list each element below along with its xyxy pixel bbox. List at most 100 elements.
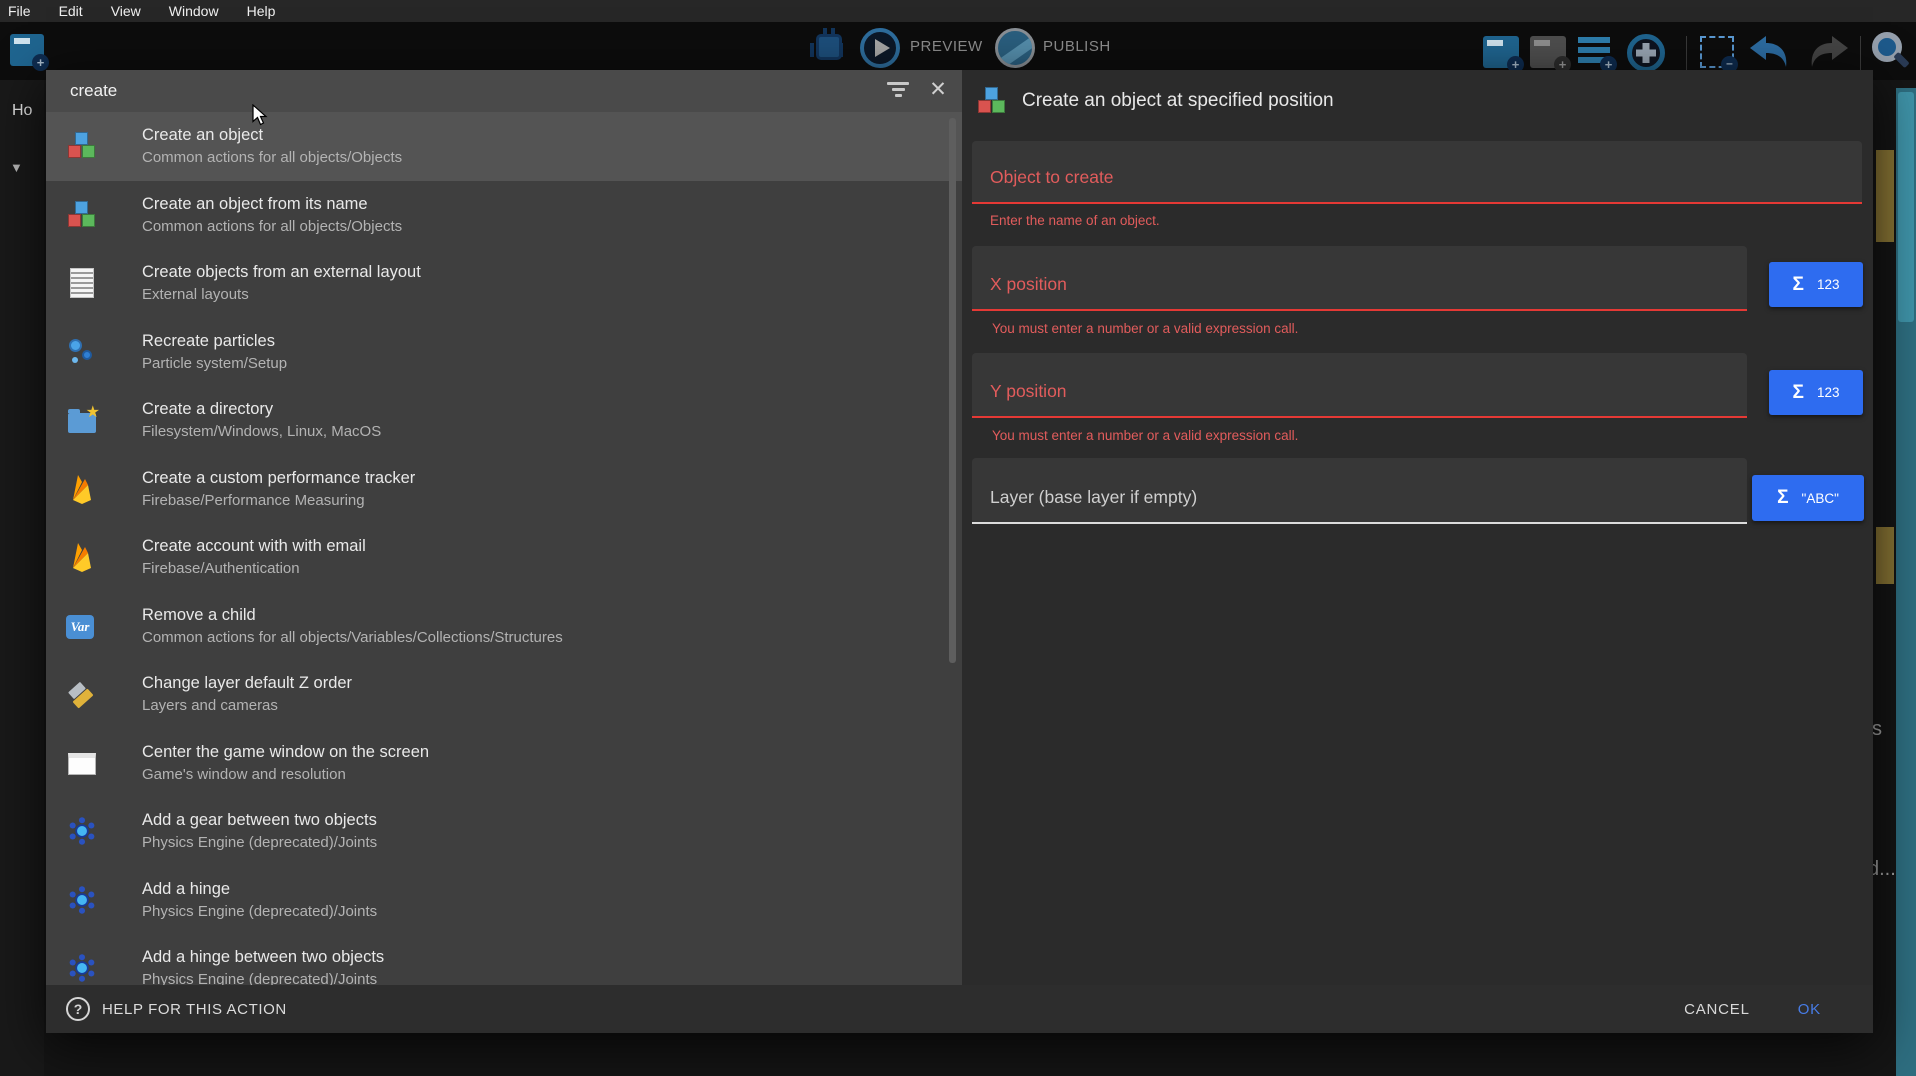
filter-icon[interactable] xyxy=(885,79,911,103)
action-title: Create account with with email xyxy=(142,537,366,556)
project-manager-icon[interactable] xyxy=(10,34,44,66)
menu-view[interactable]: View xyxy=(111,3,141,19)
action-results-list: Create an object Common actions for all … xyxy=(46,112,962,985)
action-title-heading: Create an object at specified position xyxy=(1022,90,1334,112)
list-item-add-hinge-two-objects[interactable]: Add a hinge between two objects Physics … xyxy=(46,934,962,985)
action-subtitle: Filesystem/Windows, Linux, MacOS xyxy=(142,423,381,440)
action-title: Create an object from its name xyxy=(142,195,402,214)
menu-bar: File Edit View Window Help xyxy=(0,0,1916,22)
debug-bug-icon[interactable] xyxy=(816,34,842,60)
x-expression-button[interactable]: Σ 123 xyxy=(1769,262,1863,307)
object-to-create-label: Object to create xyxy=(990,167,1114,188)
ok-button[interactable]: OK xyxy=(1798,1001,1821,1018)
list-item-create-from-external-layout[interactable]: Create objects from an external layout E… xyxy=(46,249,962,318)
menu-help[interactable]: Help xyxy=(247,3,276,19)
physics-joint-icon xyxy=(66,815,98,847)
publish-globe-icon[interactable] xyxy=(995,28,1035,68)
list-scrollbar[interactable] xyxy=(949,118,956,663)
layer-expression-button[interactable]: Σ "ABC" xyxy=(1752,475,1864,521)
redo-icon[interactable] xyxy=(1802,34,1850,70)
object-to-create-field[interactable]: Object to create xyxy=(972,141,1862,204)
background-block xyxy=(1876,150,1894,242)
list-item-create-directory[interactable]: Create a directory Filesystem/Windows, L… xyxy=(46,386,962,455)
action-title: Remove a child xyxy=(142,606,563,625)
menu-edit[interactable]: Edit xyxy=(59,3,83,19)
objects-cubes-icon xyxy=(66,130,98,162)
help-icon[interactable]: ? xyxy=(66,997,90,1021)
firebase-flame-icon xyxy=(66,541,98,573)
menu-file[interactable]: File xyxy=(8,3,31,19)
background-text-fragment: s xyxy=(1872,718,1882,741)
editor-left-pane xyxy=(0,80,44,1076)
physics-joint-icon xyxy=(66,952,98,984)
chevron-down-icon[interactable]: ▼ xyxy=(10,160,23,175)
action-title: Recreate particles xyxy=(142,332,287,351)
action-title: Center the game window on the screen xyxy=(142,743,429,762)
external-layout-icon xyxy=(66,267,98,299)
publish-button[interactable]: PUBLISH xyxy=(1043,38,1111,55)
action-search-panel: ✕ Create an object Common actions for al… xyxy=(46,70,962,985)
sigma-icon: Σ xyxy=(1793,274,1804,296)
firebase-flame-icon xyxy=(66,473,98,505)
layer-zorder-icon xyxy=(66,678,98,710)
toolbar-divider xyxy=(1860,36,1861,70)
add-scene-icon[interactable] xyxy=(1483,36,1519,68)
action-parameters-panel: Create an object at specified position O… xyxy=(962,70,1873,985)
close-icon[interactable]: ✕ xyxy=(923,75,953,105)
action-subtitle: Firebase/Authentication xyxy=(142,560,366,577)
y-position-label: Y position xyxy=(990,381,1067,402)
sigma-icon: Σ xyxy=(1793,382,1804,404)
undo-icon[interactable] xyxy=(1748,34,1796,70)
add-external-events-icon[interactable] xyxy=(1530,36,1566,68)
action-header: Create an object at specified position xyxy=(962,70,1873,132)
action-subtitle: Physics Engine (deprecated)/Joints xyxy=(142,971,384,985)
variable-icon: Var xyxy=(66,610,98,642)
x-position-label: X position xyxy=(990,274,1067,295)
action-subtitle: Common actions for all objects/Objects xyxy=(142,218,402,235)
preview-button[interactable]: PREVIEW xyxy=(910,38,983,55)
game-window-icon xyxy=(66,747,98,779)
action-subtitle: Physics Engine (deprecated)/Joints xyxy=(142,834,377,851)
action-title: Create an object xyxy=(142,126,402,145)
list-item-remove-child[interactable]: Var Remove a child Common actions for al… xyxy=(46,592,962,661)
editor-scrollbar[interactable] xyxy=(1896,88,1916,1076)
object-field-error: Enter the name of an object. xyxy=(990,213,1160,228)
y-expression-button[interactable]: Σ 123 xyxy=(1769,370,1863,415)
help-for-this-action-button[interactable]: HELP FOR THIS ACTION xyxy=(102,1001,287,1018)
list-item-center-game-window[interactable]: Center the game window on the screen Gam… xyxy=(46,729,962,798)
action-title: Create objects from an external layout xyxy=(142,263,421,282)
mouse-cursor xyxy=(250,104,270,126)
action-title: Create a directory xyxy=(142,400,381,419)
add-extension-icon[interactable] xyxy=(1627,34,1665,72)
menu-window[interactable]: Window xyxy=(169,3,219,19)
list-item-add-gear[interactable]: Add a gear between two objects Physics E… xyxy=(46,797,962,866)
dialog-footer: ? HELP FOR THIS ACTION CANCEL OK xyxy=(46,985,1873,1033)
layer-label: Layer (base layer if empty) xyxy=(990,487,1197,508)
background-block xyxy=(1876,527,1894,584)
search-icon[interactable] xyxy=(1872,32,1902,62)
list-item-create-object[interactable]: Create an object Common actions for all … xyxy=(46,112,962,181)
search-input[interactable] xyxy=(46,81,826,101)
list-item-add-hinge[interactable]: Add a hinge Physics Engine (deprecated)/… xyxy=(46,866,962,935)
action-subtitle: Firebase/Performance Measuring xyxy=(142,492,415,509)
list-item-recreate-particles[interactable]: Recreate particles Particle system/Setup xyxy=(46,318,962,387)
action-subtitle: Physics Engine (deprecated)/Joints xyxy=(142,903,377,920)
y-position-field[interactable]: Y position xyxy=(972,353,1747,418)
layer-field[interactable]: Layer (base layer if empty) xyxy=(972,458,1747,524)
toolbar-divider xyxy=(1686,36,1687,70)
list-item-performance-tracker[interactable]: Create a custom performance tracker Fire… xyxy=(46,455,962,524)
action-subtitle: Layers and cameras xyxy=(142,697,352,714)
objects-cubes-icon xyxy=(66,199,98,231)
x-field-error: You must enter a number or a valid expre… xyxy=(992,321,1298,336)
action-title: Add a gear between two objects xyxy=(142,811,377,830)
list-item-create-account-email[interactable]: Create account with with email Firebase/… xyxy=(46,523,962,592)
list-item-change-z-order[interactable]: Change layer default Z order Layers and … xyxy=(46,660,962,729)
cancel-button[interactable]: CANCEL xyxy=(1684,1001,1750,1018)
action-subtitle: Common actions for all objects/Objects xyxy=(142,149,402,166)
add-external-layout-icon[interactable] xyxy=(1578,36,1614,68)
deselect-icon[interactable] xyxy=(1700,36,1734,68)
x-position-field[interactable]: X position xyxy=(972,246,1747,311)
preview-play-icon[interactable] xyxy=(860,28,900,68)
choose-action-dialog: ✕ Create an object Common actions for al… xyxy=(46,70,1873,1033)
list-item-create-object-from-name[interactable]: Create an object from its name Common ac… xyxy=(46,181,962,250)
